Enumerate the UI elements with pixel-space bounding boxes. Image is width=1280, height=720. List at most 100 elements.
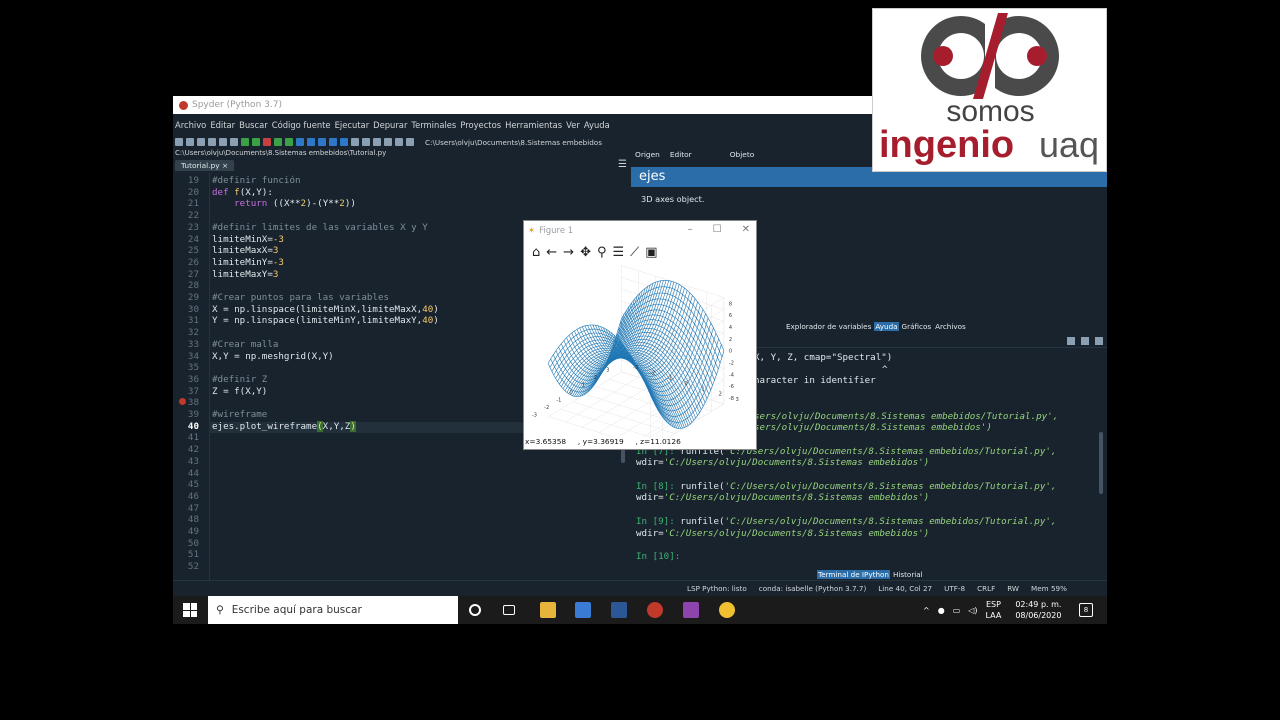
close-tab-icon[interactable]: ×	[222, 161, 228, 170]
taskbar-search[interactable]: ⚲ Escribe aquí para buscar	[208, 596, 458, 624]
microphone-icon[interactable]: ●	[938, 606, 945, 615]
fullscreen-icon[interactable]	[362, 138, 370, 146]
word-icon[interactable]	[611, 602, 627, 618]
run-selection-icon[interactable]	[274, 138, 282, 146]
task-view-icon[interactable]	[503, 605, 515, 615]
tab-files[interactable]: Archivos	[934, 322, 967, 331]
tab-plots[interactable]: Gráficos	[901, 322, 933, 331]
code-line[interactable]: limiteMinX=-3	[212, 234, 284, 245]
code-line[interactable]: Y = np.linspace(limiteMinY,limiteMaxY,40…	[212, 315, 439, 326]
windows-start-icon[interactable]	[183, 603, 197, 617]
menu-ejecutar[interactable]: Ejecutar	[335, 118, 370, 132]
menu-buscar[interactable]: Buscar	[239, 118, 268, 132]
network-icon[interactable]: ▭	[953, 606, 961, 615]
edit-axis-icon[interactable]: ⟋	[630, 245, 639, 260]
back-arrow-icon[interactable]	[395, 138, 403, 146]
help-editor-label[interactable]: Editor	[670, 150, 692, 162]
menu-ver[interactable]: Ver	[566, 118, 580, 132]
code-line[interactable]: limiteMaxX=3	[212, 245, 278, 256]
step-return-icon[interactable]	[318, 138, 326, 146]
back-icon[interactable]: ←	[546, 245, 557, 260]
stop-kernel-icon[interactable]	[1067, 337, 1075, 345]
console-toolbar	[1067, 337, 1103, 345]
code-line[interactable]: ejes.plot_wireframe(X,Y,Z)	[212, 420, 356, 432]
run-cell-icon[interactable]	[252, 138, 260, 146]
tab-help[interactable]: Ayuda	[874, 321, 899, 331]
code-line[interactable]: limiteMaxY=3	[212, 269, 278, 280]
stop-debug-icon[interactable]	[340, 138, 348, 146]
menu-archivo[interactable]: Archivo	[175, 118, 206, 132]
code-line[interactable]: Z = f(X,Y)	[212, 386, 267, 397]
console-scrollbar[interactable]	[1099, 432, 1103, 494]
code-line[interactable]: return ((X**2)-(Y**2))	[212, 198, 356, 209]
matplotlib-taskbar-icon[interactable]	[719, 602, 735, 618]
notification-center-icon[interactable]: 8	[1079, 603, 1093, 617]
menu-herramientas[interactable]: Herramientas	[505, 118, 562, 132]
app-taskbar-icon[interactable]	[683, 602, 699, 618]
continue-icon[interactable]	[329, 138, 337, 146]
line-number: 23	[187, 221, 199, 233]
editor-tab-tutorial[interactable]: Tutorial.py ×	[175, 159, 235, 171]
console-menu-icon[interactable]	[1095, 337, 1103, 345]
chevron-up-icon[interactable]: ^	[923, 606, 930, 615]
line-number: 44	[187, 467, 199, 479]
minimize-icon[interactable]: –	[688, 224, 693, 235]
forward-icon[interactable]: →	[563, 245, 574, 260]
x-tick-label: -3	[532, 412, 537, 418]
run-icon[interactable]	[241, 138, 249, 146]
help-objeto-label[interactable]: Objeto	[730, 150, 755, 162]
forward-arrow-icon[interactable]	[406, 138, 414, 146]
tab-ipython-console[interactable]: Terminal de IPython	[817, 569, 890, 579]
new-file-icon[interactable]	[175, 138, 183, 146]
code-line[interactable]: limiteMinY=-3	[212, 257, 284, 268]
step-into-icon[interactable]	[307, 138, 315, 146]
code-line[interactable]: #Crear puntos para las variables	[212, 292, 389, 303]
at-icon[interactable]	[230, 138, 238, 146]
tab-variable-explorer[interactable]: Explorador de variables	[785, 322, 872, 331]
spyder-taskbar-icon[interactable]	[647, 602, 663, 618]
save-all-icon[interactable]	[208, 138, 216, 146]
menu-depurar[interactable]: Depurar	[373, 118, 407, 132]
home-icon[interactable]: ⌂	[532, 245, 540, 260]
editor-options-menu-icon[interactable]: ☰	[618, 159, 627, 170]
cortana-icon[interactable]	[469, 604, 481, 616]
rerun-icon[interactable]	[285, 138, 293, 146]
wireframe-plot[interactable]: -3-2-10123 -3-2-10123-8-6-4-202468	[524, 265, 756, 437]
save-icon[interactable]	[197, 138, 205, 146]
maximize-pane-icon[interactable]	[351, 138, 359, 146]
zoom-icon[interactable]: ⚲	[597, 245, 607, 260]
maximize-icon[interactable]: ☐	[713, 224, 722, 235]
help-origen-label[interactable]: Origen	[635, 150, 660, 162]
clear-console-icon[interactable]	[1081, 337, 1089, 345]
code-line[interactable]: #definir limites de las variables X y Y	[212, 222, 428, 233]
code-line[interactable]: #definir función	[212, 175, 301, 186]
pan-icon[interactable]: ✥	[580, 245, 591, 260]
tab-history[interactable]: Historial	[892, 570, 924, 579]
menu-proyectos[interactable]: Proyectos	[460, 118, 501, 132]
code-line[interactable]: #Crear malla	[212, 339, 278, 350]
preferences-icon[interactable]	[373, 138, 381, 146]
python-path-icon[interactable]	[384, 138, 392, 146]
menu-editar[interactable]: Editar	[210, 118, 235, 132]
mail-icon[interactable]	[575, 602, 591, 618]
debug-icon[interactable]	[263, 138, 271, 146]
code-line[interactable]: #definir Z	[212, 374, 267, 385]
step-icon[interactable]	[296, 138, 304, 146]
code-line[interactable]: X,Y = np.meshgrid(X,Y)	[212, 351, 334, 362]
code-line[interactable]: X = np.linspace(limiteMinX,limiteMaxX,40…	[212, 304, 439, 315]
code-line[interactable]: def f(X,Y):	[212, 187, 273, 198]
file-explorer-icon[interactable]	[540, 602, 556, 618]
volume-icon[interactable]: ◁)	[968, 606, 977, 615]
subplots-config-icon[interactable]: ☰	[613, 245, 625, 260]
list-icon[interactable]	[219, 138, 227, 146]
save-figure-icon[interactable]: ▣	[645, 245, 657, 260]
working-directory-path[interactable]: C:\Users\olvju\Documents\8.Sistemas embe…	[425, 138, 602, 147]
open-file-icon[interactable]	[186, 138, 194, 146]
menu-codigo-fuente[interactable]: Código fuente	[272, 118, 331, 132]
language-indicator[interactable]: ESP LAA	[986, 599, 1002, 621]
code-line[interactable]: #wireframe	[212, 409, 267, 420]
clock[interactable]: 02:49 p. m. 08/06/2020	[1015, 599, 1061, 621]
menu-ayuda[interactable]: Ayuda	[584, 118, 610, 132]
close-icon[interactable]: ✕	[742, 224, 750, 235]
menu-terminales[interactable]: Terminales	[411, 118, 456, 132]
